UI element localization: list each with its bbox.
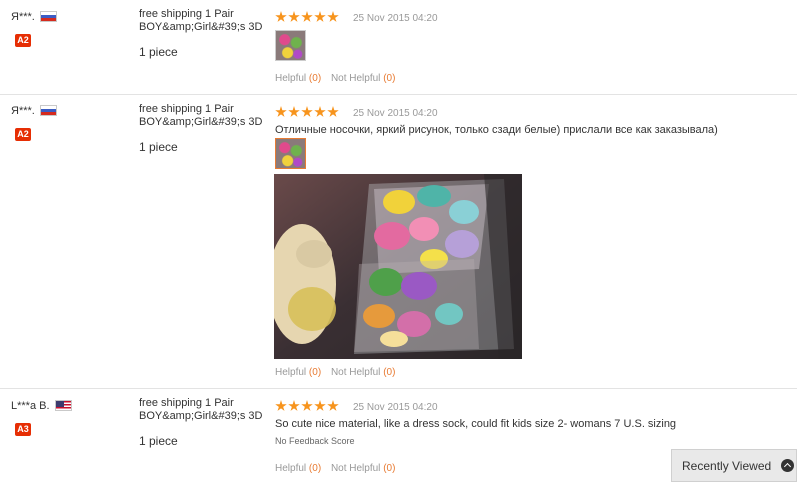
product-title[interactable]: free shipping 1 Pair BOY&amp;Girl&#39;s … [139,8,264,34]
buyer-name: L***a B. [11,400,72,412]
buyer-level-badge: A2 [15,128,31,141]
star-icon [275,11,287,22]
buyer-name: Я***. [11,105,57,117]
review-date: 25 Nov 2015 04:20 [353,402,438,413]
buyer-level-badge: A3 [15,423,31,436]
helpful-link[interactable]: Helpful (0) [275,73,321,84]
star-icon [288,106,300,117]
star-icon [327,400,339,411]
review-date: 25 Nov 2015 04:20 [353,13,438,24]
star-icon [288,400,300,411]
star-rating [275,106,339,119]
star-rating [275,11,339,24]
quantity: 1 piece [139,45,178,59]
review-item: Я***. A2 free shipping 1 Pair BOY&amp;Gi… [0,0,797,95]
star-icon [314,400,326,411]
recently-viewed-button[interactable]: Recently Viewed [671,449,797,482]
no-feedback-score: No Feedback Score [275,436,355,446]
helpful-row: Helpful (0) Not Helpful (0) [275,73,395,84]
helpful-link[interactable]: Helpful (0) [275,463,321,474]
buyer-level-badge: A2 [15,34,31,47]
star-rating [275,400,339,413]
helpful-row: Helpful (0) Not Helpful (0) [275,367,395,378]
review-photo-thumbnail[interactable] [275,138,306,169]
star-icon [301,106,313,117]
not-helpful-link[interactable]: Not Helpful (0) [331,463,395,474]
product-title[interactable]: free shipping 1 Pair BOY&amp;Girl&#39;s … [139,397,264,423]
chevron-up-circle-icon [781,459,795,472]
star-icon [314,11,326,22]
star-icon [275,400,287,411]
not-helpful-link[interactable]: Not Helpful (0) [331,367,395,378]
review-comment: So cute nice material, like a dress sock… [275,418,677,430]
star-icon [327,106,339,117]
not-helpful-link[interactable]: Not Helpful (0) [331,73,395,84]
helpful-row: Helpful (0) Not Helpful (0) [275,463,395,474]
buyer-name: Я***. [11,11,57,23]
review-photo-enlarged[interactable] [274,174,522,359]
star-icon [275,106,287,117]
star-icon [301,11,313,22]
quantity: 1 piece [139,434,178,448]
product-title[interactable]: free shipping 1 Pair BOY&amp;Girl&#39;s … [139,103,264,129]
review-photo-thumbnail[interactable] [275,30,306,61]
quantity: 1 piece [139,140,178,154]
star-icon [314,106,326,117]
russia-flag-icon [39,11,57,22]
review-date: 25 Nov 2015 04:20 [353,108,438,119]
star-icon [327,11,339,22]
star-icon [288,11,300,22]
recently-viewed-label: Recently Viewed [682,458,772,473]
russia-flag-icon [39,105,57,116]
helpful-link[interactable]: Helpful (0) [275,367,321,378]
star-icon [301,400,313,411]
usa-flag-icon [54,400,72,411]
review-comment: Отличные носочки, яркий рисунок, только … [275,124,718,136]
